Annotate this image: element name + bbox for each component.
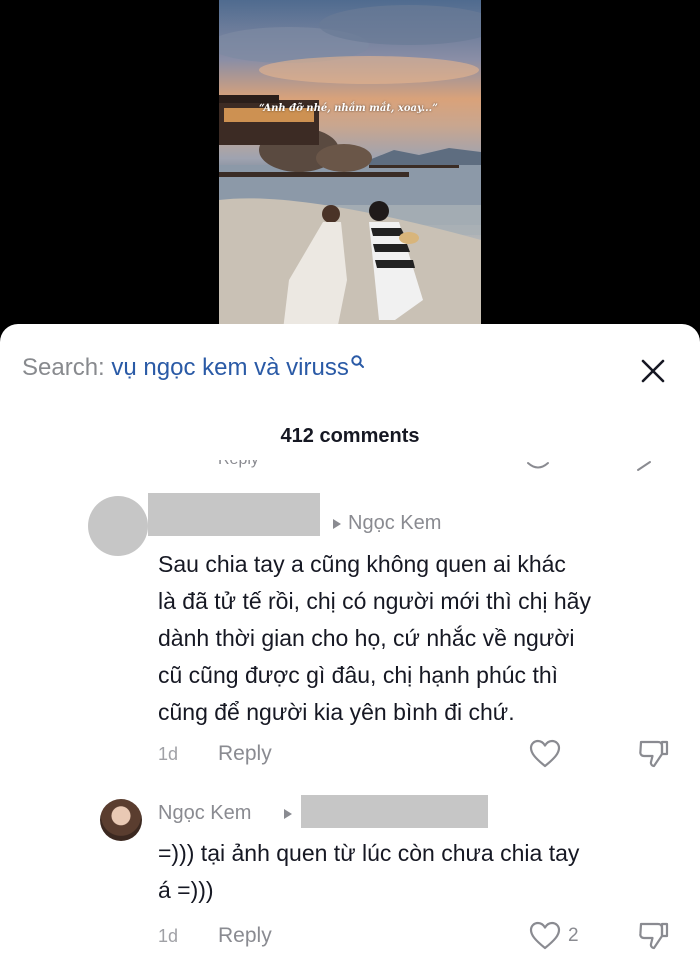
close-icon[interactable] [638,356,668,386]
reply-button[interactable]: Reply [218,742,272,766]
heart-outline-icon[interactable] [529,921,561,956]
reply-to-name[interactable]: Ngọc Kem [348,512,441,535]
comment-timestamp: 1d [158,926,179,946]
video-caption: “Anh đỡ nhé, nhắm mắt, xoay...” [259,103,438,114]
comment-author[interactable]: Ngọc Kem [158,802,251,825]
comment-line: Sau chia tay a cũng không quen ai khác [158,551,566,577]
avatar[interactable] [100,799,142,841]
reply-button[interactable]: Reply [218,924,272,948]
avatar[interactable] [88,496,148,556]
thumbs-down-icon[interactable] [638,920,670,957]
partial-comment-row: Reply [210,460,680,478]
redacted-username [301,795,488,828]
search-row[interactable]: Search: vụ ngọc kem và viruss [22,354,365,382]
search-icon[interactable] [349,354,365,376]
comments-count: 412 comments [280,425,420,447]
partial-row-icons [527,461,651,471]
comment-line: =))) tại ảnh quen từ lúc còn chưa chia t… [158,840,580,866]
redacted-username [148,493,320,536]
search-label: Search: [22,354,105,381]
comment-timestamp: 1d [158,744,179,764]
reply-arrow-icon [284,809,292,819]
search-query[interactable]: vụ ngọc kem và viruss [111,354,348,381]
thumbs-down-icon[interactable] [638,738,670,775]
like-count: 2 [568,925,579,946]
comment-line: cũng để người kia yên bình đi chứ. [158,699,515,725]
video-preview[interactable]: “Anh đỡ nhé, nhắm mắt, xoay...” [219,0,481,330]
video-scene [219,5,481,330]
heart-outline-icon[interactable] [529,739,561,774]
comment-line: dành thời gian cho họ, cứ nhắc về người [158,625,575,651]
comment-line: là đã tử tế rồi, chị có người mới thì ch… [158,588,591,614]
video-area: “Anh đỡ nhé, nhắm mắt, xoay...” [0,0,700,330]
comment-line: cũ cũng được gì đâu, chị hạnh phúc thì [158,662,559,688]
reply-arrow-icon [333,519,341,529]
comments-sheet: Search: vụ ngọc kem và viruss 412 commen… [0,324,700,960]
comment-line: á =))) [158,877,214,903]
